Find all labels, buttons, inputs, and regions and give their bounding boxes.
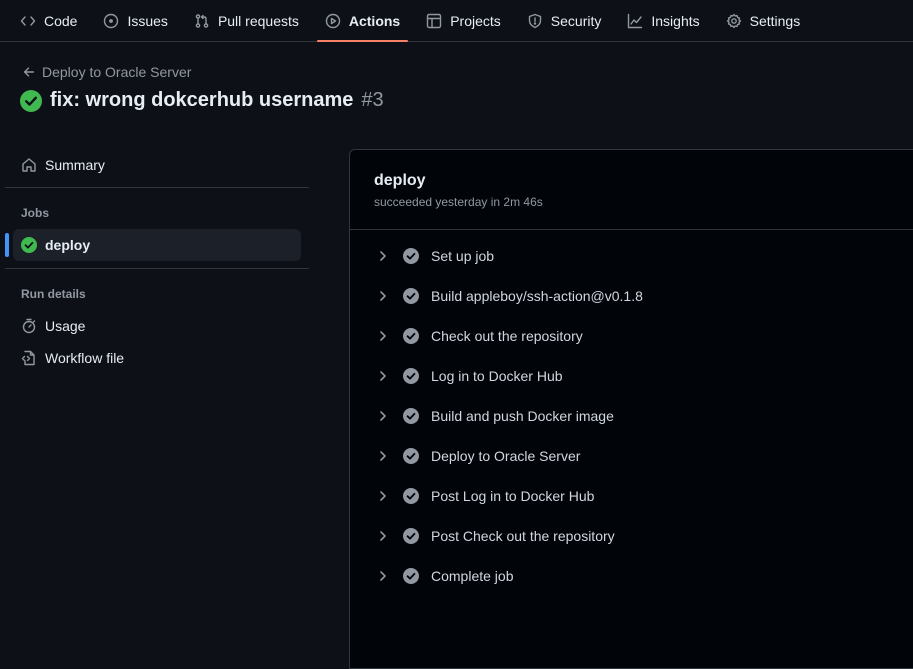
selected-indicator	[5, 233, 9, 257]
code-icon	[20, 15, 36, 26]
sidebar-divider	[5, 187, 309, 188]
chevron-right-icon	[380, 331, 386, 341]
run-details-heading: Run details	[21, 287, 86, 301]
graph-icon	[628, 13, 643, 28]
success-check-icon	[403, 488, 419, 504]
success-check-icon	[403, 448, 419, 464]
step-label: Build and push Docker image	[431, 408, 614, 424]
run-title: fix: wrong dokcerhub username	[50, 89, 354, 111]
sidebar-item-deploy-job[interactable]: deploy	[13, 229, 301, 261]
success-check-icon	[403, 328, 419, 344]
step-label: Post Log in to Docker Hub	[431, 488, 595, 504]
sidebar-item-summary[interactable]: Summary	[13, 149, 301, 181]
tab-label: Settings	[749, 12, 801, 29]
job-step[interactable]: Post Check out the repository	[350, 516, 913, 556]
chevron-right-icon	[380, 251, 386, 261]
chevron-right-icon	[380, 371, 386, 381]
step-label: Deploy to Oracle Server	[431, 448, 581, 464]
step-label: Set up job	[431, 248, 495, 264]
chevron-right-icon	[380, 531, 386, 541]
success-check-icon	[403, 528, 419, 544]
back-to-workflow-link[interactable]: Deploy to Oracle Server	[22, 64, 191, 80]
home-icon	[22, 158, 36, 172]
sidebar-divider	[5, 268, 309, 269]
jobs-heading: Jobs	[21, 206, 50, 220]
sidebar-item-label: Usage	[45, 318, 86, 334]
success-check-icon	[403, 568, 419, 584]
chevron-right-icon	[380, 451, 386, 461]
job-step[interactable]: Build appleboy/ssh-action@v0.1.8	[350, 276, 913, 316]
play-icon	[325, 13, 341, 28]
step-label: Complete job	[431, 568, 514, 584]
gear-icon	[726, 13, 741, 28]
chevron-right-icon	[380, 411, 386, 421]
sidebar-item-label: deploy	[45, 237, 91, 253]
tab-label: Insights	[651, 12, 700, 29]
arrow-left-icon	[23, 67, 35, 77]
tab-projects[interactable]: Projects	[418, 0, 509, 41]
step-label: Log in to Docker Hub	[431, 368, 563, 384]
chevron-right-icon	[380, 291, 386, 301]
step-label: Build appleboy/ssh-action@v0.1.8	[431, 288, 643, 304]
tab-pull-requests[interactable]: Pull requests	[186, 0, 307, 41]
tab-code[interactable]: Code	[12, 0, 85, 41]
success-check-icon	[20, 89, 42, 112]
job-steps: Set up job Build appleboy/ssh-action@v0.…	[350, 230, 913, 596]
job-status: succeeded yesterday in 2m 46s	[374, 195, 543, 209]
tab-insights[interactable]: Insights	[619, 0, 707, 41]
tab-label: Pull requests	[217, 12, 299, 29]
success-check-icon	[403, 368, 419, 384]
job-step[interactable]: Deploy to Oracle Server	[350, 436, 913, 476]
job-step[interactable]: Post Log in to Docker Hub	[350, 476, 913, 516]
pull-request-icon	[195, 13, 209, 28]
tab-issues[interactable]: Issues	[95, 0, 175, 41]
run-number: #3	[361, 89, 384, 111]
job-step[interactable]: Log in to Docker Hub	[350, 356, 913, 396]
shield-icon	[528, 13, 541, 28]
chevron-right-icon	[380, 491, 386, 501]
tab-label: Projects	[450, 12, 501, 29]
job-panel: deploy succeeded yesterday in 2m 46s Set…	[349, 149, 913, 669]
success-check-icon	[21, 237, 37, 253]
job-step[interactable]: Complete job	[350, 556, 913, 596]
tab-security[interactable]: Security	[519, 0, 610, 41]
sidebar-item-label: Workflow file	[45, 350, 125, 366]
job-step[interactable]: Check out the repository	[350, 316, 913, 356]
back-link-label: Deploy to Oracle Server	[42, 64, 192, 80]
sidebar-item-usage[interactable]: Usage	[13, 310, 301, 342]
issue-icon	[104, 13, 119, 28]
tab-label: Actions	[348, 12, 401, 29]
job-step[interactable]: Set up job	[350, 236, 913, 276]
tab-label: Security	[550, 12, 602, 29]
repo-nav: Code Issues Pull requests Actions Projec…	[0, 0, 913, 42]
tab-label: Issues	[127, 12, 168, 29]
stopwatch-icon	[22, 318, 36, 334]
tab-actions[interactable]: Actions	[316, 0, 409, 42]
sidebar-item-label: Summary	[45, 157, 105, 173]
success-check-icon	[403, 408, 419, 424]
table-icon	[427, 13, 442, 28]
tab-label: Code	[44, 12, 78, 29]
success-check-icon	[403, 248, 419, 264]
tab-settings[interactable]: Settings	[718, 0, 809, 41]
job-header: deploy succeeded yesterday in 2m 46s	[350, 150, 913, 230]
chevron-right-icon	[380, 571, 386, 581]
step-label: Check out the repository	[431, 328, 583, 344]
success-check-icon	[403, 288, 419, 304]
file-code-icon	[21, 350, 35, 366]
step-label: Post Check out the repository	[431, 528, 615, 544]
job-name: deploy	[374, 172, 426, 189]
page-title: fix: wrong dokcerhub username #3	[20, 89, 384, 112]
job-step[interactable]: Build and push Docker image	[350, 396, 913, 436]
sidebar-item-workflow-file[interactable]: Workflow file	[13, 342, 301, 374]
